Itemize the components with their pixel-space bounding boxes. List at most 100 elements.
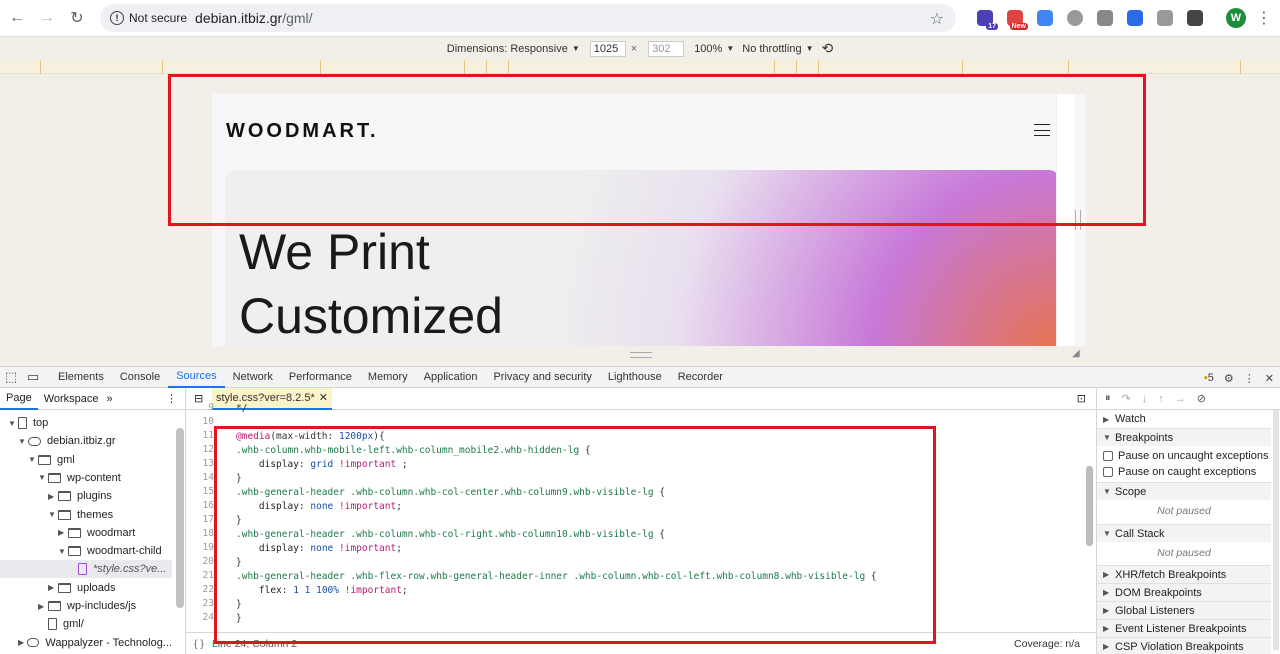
tab-workspace[interactable]: Workspace (38, 388, 105, 410)
profile-avatar[interactable]: W (1226, 8, 1246, 28)
back-button[interactable]: ← (2, 3, 32, 33)
extension-new[interactable]: New (1000, 6, 1030, 30)
collapse-arrow-icon[interactable]: ▼ (48, 510, 58, 519)
height-input[interactable]: 302 (648, 40, 685, 57)
extension-screen[interactable] (1120, 6, 1150, 30)
section-global-listeners[interactable]: ▶ Global Listeners (1097, 601, 1271, 619)
section-scope[interactable]: ▼ Scope (1097, 482, 1271, 500)
editor-scrollbar[interactable] (1086, 466, 1093, 546)
expand-arrow-icon[interactable]: ▶ (48, 492, 58, 501)
address-bar[interactable]: ! Not secure debian.itbiz.gr/gml/ ☆ (100, 4, 956, 32)
line-number[interactable]: 20 (203, 556, 214, 567)
tree-item[interactable]: ▶ uploads (0, 579, 172, 597)
line-number[interactable]: 15 (203, 486, 214, 497)
device-toggle-icon[interactable]: ▭ (22, 369, 44, 385)
width-input[interactable]: 1025 (589, 40, 626, 57)
security-indicator[interactable]: ! Not secure (110, 11, 187, 25)
line-number[interactable]: 13 (203, 458, 214, 469)
step-icon[interactable]: → (1175, 393, 1186, 405)
devtools-menu-icon[interactable]: ⋮ (1244, 372, 1255, 385)
bottom-resize-handle[interactable] (630, 352, 652, 358)
tree-item[interactable]: ▶ Wappalyzer - Technolog... (0, 634, 172, 652)
reload-button[interactable]: ↻ (62, 3, 92, 33)
extension-calendar[interactable]: 17 (970, 6, 1000, 30)
line-number[interactable]: 11 (203, 430, 214, 441)
pause-uncaught-checkbox[interactable]: Pause on uncaught exceptions (1097, 448, 1271, 464)
url-text[interactable]: debian.itbiz.gr/gml/ (195, 10, 313, 26)
tab-page[interactable]: Page (0, 388, 38, 410)
line-number[interactable]: 12 (203, 444, 214, 455)
expand-arrow-icon[interactable]: ▶ (38, 602, 48, 611)
forward-button[interactable]: → (32, 3, 62, 33)
line-number[interactable]: 23 (203, 598, 214, 609)
tab-console[interactable]: Console (112, 366, 168, 388)
toggle-debugger-icon[interactable]: ⊡ (1077, 392, 1086, 405)
section-xhr-breakpoints[interactable]: ▶ XHR/fetch Breakpoints (1097, 565, 1271, 583)
extension-recycle[interactable] (1090, 6, 1120, 30)
tree-item[interactable]: ▼ debian.itbiz.gr (0, 432, 172, 450)
debugger-scrollbar[interactable] (1273, 410, 1279, 650)
ruler-tick[interactable] (486, 60, 487, 74)
pause-icon[interactable]: ⏸ (1105, 392, 1111, 405)
deactivate-breakpoints-icon[interactable]: ⊘ (1197, 392, 1206, 405)
tree-item[interactable]: *style.css?ve... (0, 560, 172, 579)
tree-item[interactable]: gml/ (0, 615, 172, 633)
tab-elements[interactable]: Elements (50, 366, 112, 388)
tab-memory[interactable]: Memory (360, 366, 416, 388)
ruler-tick[interactable] (1240, 60, 1241, 74)
expand-arrow-icon[interactable]: ▶ (48, 583, 58, 592)
ruler-tick[interactable] (1068, 60, 1069, 74)
extension-camera[interactable] (1150, 6, 1180, 30)
tree-item[interactable]: ▼ gml (0, 451, 172, 469)
extensions-menu[interactable] (1180, 6, 1210, 30)
ruler-tick[interactable] (962, 60, 963, 74)
line-number[interactable]: 9 (208, 402, 214, 413)
tree-item[interactable]: ▼ woodmart-child (0, 542, 172, 560)
navigator-menu-icon[interactable]: ⋮ (166, 392, 177, 405)
tab-sources[interactable]: Sources (168, 366, 225, 388)
line-number[interactable]: 24 (203, 612, 214, 623)
ruler-tick[interactable] (320, 60, 321, 74)
checkbox-icon[interactable] (1103, 467, 1113, 477)
pretty-print-icon[interactable]: { } (194, 638, 204, 650)
step-out-icon[interactable]: ↑ (1158, 393, 1164, 405)
expand-arrow-icon[interactable]: ▶ (58, 528, 68, 537)
file-tab-style-css[interactable]: style.css?ver=8.2.5* ✕ (212, 387, 332, 410)
expand-arrow-icon[interactable]: ▶ (18, 638, 27, 647)
more-tabs-icon[interactable]: » (107, 393, 113, 405)
navigator-scrollbar[interactable] (176, 428, 184, 608)
section-dom-breakpoints[interactable]: ▶ DOM Breakpoints (1097, 583, 1271, 601)
throttling-select[interactable]: No throttling ▼ (742, 43, 813, 55)
section-event-listener-breakpoints[interactable]: ▶ Event Listener Breakpoints (1097, 619, 1271, 637)
issues-counter[interactable]: ▪5 (1204, 372, 1214, 384)
collapse-arrow-icon[interactable]: ▼ (38, 473, 48, 482)
step-into-icon[interactable]: ↓ (1142, 393, 1148, 405)
rotate-button[interactable]: ⟲ (821, 40, 833, 57)
close-tab-icon[interactable]: ✕ (319, 391, 328, 404)
line-number[interactable]: 10 (203, 416, 214, 427)
section-csp-breakpoints[interactable]: ▶ CSP Violation Breakpoints (1097, 637, 1271, 654)
line-number[interactable]: 16 (203, 500, 214, 511)
tree-item[interactable]: ▶ plugins (0, 487, 172, 505)
corner-resize-icon[interactable]: ◢ (1072, 348, 1084, 360)
tab-network[interactable]: Network (225, 366, 281, 388)
tree-item[interactable]: ▼ themes (0, 506, 172, 524)
line-number[interactable]: 18 (203, 528, 214, 539)
tab-performance[interactable]: Performance (281, 366, 360, 388)
ruler-tick[interactable] (162, 60, 163, 74)
toggle-navigator-icon[interactable]: ⊟ (194, 392, 203, 405)
pause-caught-checkbox[interactable]: Pause on caught exceptions (1097, 464, 1271, 480)
collapse-arrow-icon[interactable]: ▼ (18, 437, 28, 446)
tab-privacy-and-security[interactable]: Privacy and security (485, 366, 599, 388)
collapse-arrow-icon[interactable]: ▼ (58, 547, 68, 556)
bookmark-star-icon[interactable]: ☆ (930, 9, 944, 29)
ruler-tick[interactable] (774, 60, 775, 74)
tree-item[interactable]: ▶ woodmart (0, 524, 172, 542)
ruler-tick[interactable] (40, 60, 41, 74)
ruler-tick[interactable] (508, 60, 509, 74)
browser-menu-icon[interactable]: ⋮ (1256, 8, 1272, 28)
ruler-tick[interactable] (796, 60, 797, 74)
code-line[interactable]: */ (236, 402, 247, 416)
tree-item[interactable]: ▶ wp-includes/js (0, 597, 172, 615)
extension-translate[interactable] (1030, 6, 1060, 30)
